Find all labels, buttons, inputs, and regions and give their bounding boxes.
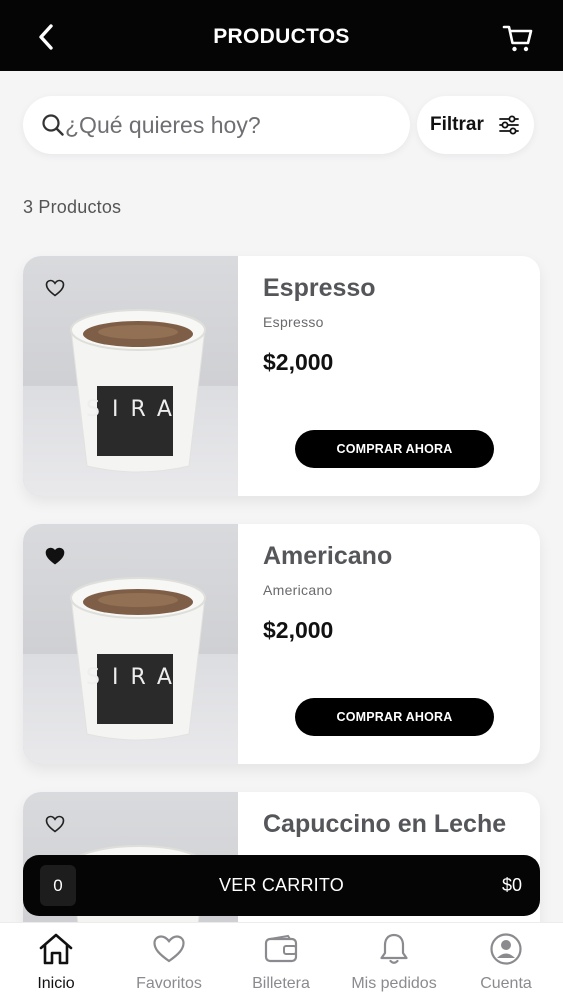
heart-outline-icon xyxy=(45,279,65,297)
product-subtitle: Americano xyxy=(263,582,333,598)
buy-now-button[interactable]: COMPRAR AHORA xyxy=(295,698,494,736)
sliders-icon xyxy=(498,115,520,135)
results-count: 3 Productos xyxy=(23,197,122,217)
tab-label: Favoritos xyxy=(136,975,202,992)
heart-filled-icon xyxy=(45,547,65,565)
filter-button[interactable]: Filtrar xyxy=(417,96,534,154)
wallet-icon xyxy=(263,931,299,967)
favorite-button[interactable] xyxy=(43,276,67,300)
tab-label: Inicio xyxy=(37,975,75,992)
search-input[interactable] xyxy=(65,111,395,139)
svg-text:SIRA: SIRA xyxy=(86,397,184,422)
heart-outline-icon xyxy=(45,815,65,833)
tab-cuenta[interactable]: Cuenta xyxy=(450,931,562,997)
search-icon xyxy=(41,113,65,137)
search-bar[interactable] xyxy=(23,96,410,154)
view-cart-button[interactable]: 0 VER CARRITO $0 xyxy=(23,855,540,916)
tab-billetera[interactable]: Billetera xyxy=(225,931,337,997)
bell-icon xyxy=(376,931,412,967)
back-button[interactable] xyxy=(30,20,62,54)
product-price: $2,000 xyxy=(263,349,334,375)
favorite-button[interactable] xyxy=(43,544,67,568)
product-card[interactable]: SIRA Americano Americano $2,000 COMPRAR … xyxy=(23,524,540,764)
cart-icon xyxy=(502,25,533,52)
bottom-tab-bar: Inicio Favoritos Billetera Mis pedidos C… xyxy=(0,922,563,1000)
tab-favoritos[interactable]: Favoritos xyxy=(113,931,225,997)
tab-inicio[interactable]: Inicio xyxy=(0,931,112,997)
product-price: $2,000 xyxy=(263,617,334,643)
tab-label: Cuenta xyxy=(480,975,532,992)
chevron-left-icon xyxy=(39,24,53,50)
top-app-bar: PRODUCTOS xyxy=(0,0,563,71)
product-name: Espresso xyxy=(263,274,376,302)
product-subtitle: Espresso xyxy=(263,314,324,330)
product-name: Americano xyxy=(263,542,393,570)
filter-label: Filtrar xyxy=(430,114,484,135)
svg-text:SIRA: SIRA xyxy=(86,665,184,690)
view-cart-label: VER CARRITO xyxy=(219,875,344,895)
page-title: PRODUCTOS xyxy=(213,25,350,48)
product-name: Capuccino en Leche xyxy=(263,810,507,838)
cart-total: $0 xyxy=(501,875,522,895)
cart-button[interactable] xyxy=(498,18,538,58)
tab-label: Mis pedidos xyxy=(351,975,437,992)
heart-icon xyxy=(151,931,187,967)
tab-label: Billetera xyxy=(252,975,310,992)
home-icon xyxy=(38,931,74,967)
favorite-button[interactable] xyxy=(43,812,67,836)
tab-mis-pedidos[interactable]: Mis pedidos xyxy=(338,931,450,997)
buy-now-button[interactable]: COMPRAR AHORA xyxy=(295,430,494,468)
user-icon xyxy=(488,931,524,967)
product-card[interactable]: SIRA Espresso Espresso $2,000 COMPRAR AH… xyxy=(23,256,540,496)
